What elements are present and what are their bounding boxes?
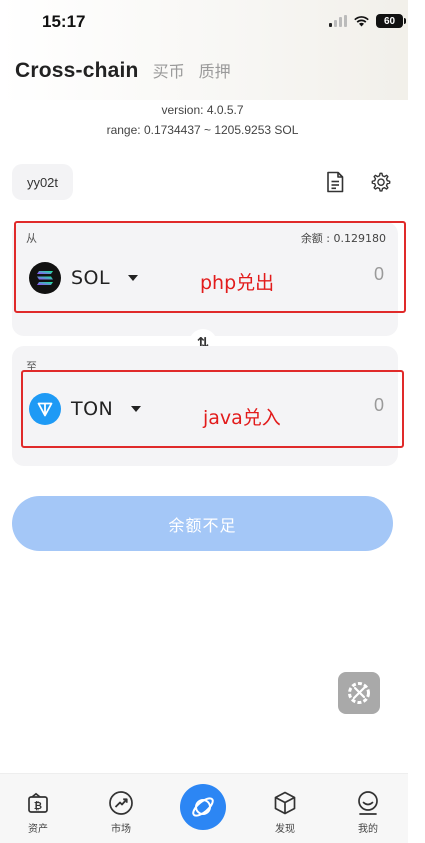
tab-buy-coin[interactable]: 买币: [153, 58, 185, 82]
tab-center-exchange[interactable]: [180, 784, 226, 830]
submit-button[interactable]: 余额不足: [12, 496, 393, 551]
tab-market[interactable]: 市场: [91, 790, 151, 835]
gear-icon[interactable]: [369, 170, 393, 194]
gear-icon: [348, 682, 370, 704]
tab-market-label: 市场: [111, 824, 131, 835]
account-name: yy02t: [26, 174, 59, 190]
account-selector[interactable]: yy02t: [12, 164, 73, 200]
tab-discover[interactable]: 发现: [255, 790, 315, 835]
orbit-exchange-icon: [192, 797, 214, 817]
tab-discover-label: 发现: [275, 824, 295, 835]
status-icons: 60: [329, 14, 406, 28]
signal-icon: [329, 15, 347, 27]
document-icon[interactable]: [323, 170, 347, 194]
version-text: version: 4.0.5.7: [161, 103, 244, 117]
header-title-row: Cross-chain 买币 质押: [15, 58, 231, 83]
tab-profile-label: 我的: [358, 824, 378, 835]
trend-up-icon: [108, 790, 134, 816]
smiley-user-icon: [355, 790, 381, 816]
wifi-icon: [354, 16, 369, 27]
svg-text:₿: ₿: [34, 800, 42, 812]
tab-assets[interactable]: ₿ 资产: [8, 790, 68, 835]
cube-icon: [272, 790, 298, 816]
tab-profile[interactable]: 我的: [338, 790, 398, 835]
battery-icon: 60: [376, 14, 406, 28]
annotation-box-from: [14, 221, 406, 313]
tab-staking[interactable]: 质押: [199, 58, 231, 82]
floating-tools-button[interactable]: [338, 672, 380, 714]
page-title[interactable]: Cross-chain: [15, 59, 139, 83]
wallet-bitcoin-icon: ₿: [25, 790, 51, 816]
range-text: range: 0.1734437 ~ 1205.9253 SOL: [106, 123, 299, 137]
status-time: 15:17: [42, 12, 86, 31]
submit-label: 余额不足: [168, 515, 237, 535]
battery-level: 60: [383, 15, 396, 27]
tab-assets-label: 资产: [28, 824, 48, 835]
status-bar: 15:17 60: [0, 0, 425, 46]
annotation-java: java兑入: [203, 407, 281, 429]
annotation-php: php兑出: [200, 272, 275, 294]
right-edge-strip: [408, 0, 425, 843]
